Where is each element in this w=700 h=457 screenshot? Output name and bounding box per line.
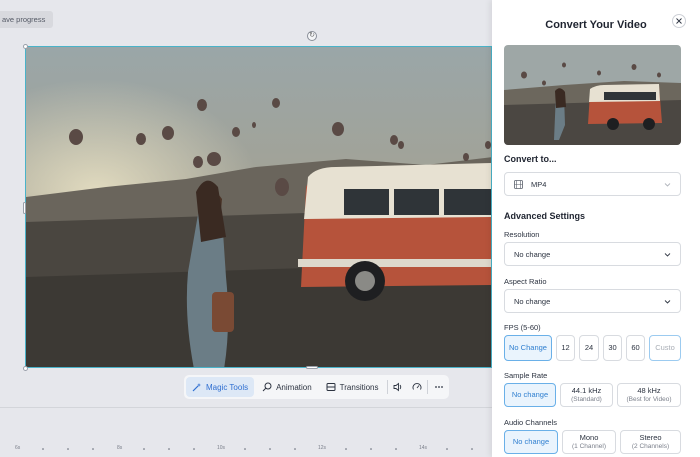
- panel-title: Convert Your Video: [545, 19, 647, 31]
- timeline-tick: 12s: [318, 445, 327, 451]
- resolution-label: Resolution: [504, 230, 540, 239]
- transitions-label: Transitions: [339, 382, 379, 392]
- timeline-dot: [471, 448, 473, 450]
- timeline-dot: [42, 448, 44, 450]
- video-frame: [26, 47, 491, 367]
- audio-channels-option-stereo[interactable]: Stereo (2 Channels): [620, 430, 681, 454]
- animation-label: Animation: [276, 382, 312, 392]
- fps-option-12[interactable]: 12: [556, 335, 575, 361]
- close-button[interactable]: [672, 14, 686, 28]
- timeline-tick: 10s: [217, 445, 226, 451]
- toolbar-divider: [386, 380, 388, 394]
- sample-rate-option-no-change[interactable]: No change: [504, 383, 556, 407]
- fps-option-30[interactable]: 30: [603, 335, 622, 361]
- option-main: 44.1 kHz: [571, 385, 602, 395]
- timeline-dot: [168, 448, 170, 450]
- convert-to-heading: Convert to...: [504, 154, 557, 164]
- timeline-dot: [143, 448, 145, 450]
- resize-handle-left[interactable]: [23, 202, 26, 214]
- timeline[interactable]: 6s 8s 10s 12s 14s: [0, 407, 492, 457]
- timeline-dot: [67, 448, 69, 450]
- timeline-dot: [345, 448, 347, 450]
- speed-icon: [412, 383, 422, 390]
- audio-channels-option-no-change[interactable]: No change: [504, 430, 558, 454]
- animation-button[interactable]: Animation: [256, 377, 318, 397]
- option-main: No change: [512, 436, 550, 446]
- option-main: Mono: [579, 432, 599, 442]
- option-sub: (Best for Video): [626, 395, 672, 403]
- timeline-dot: [395, 448, 397, 450]
- fps-option-no-change[interactable]: No Change: [504, 335, 552, 361]
- thumbnail-image: [504, 45, 681, 145]
- option-main: No change: [511, 389, 549, 399]
- fps-custom-input[interactable]: Custo: [649, 335, 681, 361]
- option-sub: (2 Channels): [631, 442, 670, 450]
- timeline-dot: [193, 448, 195, 450]
- audio-channels-options: No change Mono (1 Channel) Stereo (2 Cha…: [504, 430, 681, 454]
- option-sub: (1 Channel): [572, 442, 606, 450]
- timeline-tick: 14s: [419, 445, 428, 451]
- resolution-select[interactable]: No change: [504, 242, 681, 266]
- timeline-dot: [92, 448, 94, 450]
- editor-area: ave progress ↻ Magic Tools Animation Tra…: [0, 0, 492, 457]
- sample-rate-options: No change 44.1 kHz (Standard) 48 kHz (Be…: [504, 383, 681, 407]
- sample-rate-option-44k[interactable]: 44.1 kHz (Standard): [560, 383, 613, 407]
- timeline-dot: [294, 448, 296, 450]
- option-sub: (Standard): [571, 395, 602, 403]
- volume-icon: [393, 382, 402, 392]
- resize-handle-top-left[interactable]: [23, 44, 28, 49]
- speed-button[interactable]: [408, 377, 425, 397]
- magic-tools-button[interactable]: Magic Tools: [186, 377, 255, 397]
- film-icon: [514, 179, 523, 189]
- fps-option-24[interactable]: 24: [579, 335, 599, 361]
- toolbar-divider: [427, 380, 429, 394]
- option-main: 48 kHz: [637, 385, 661, 395]
- timeline-dot: [370, 448, 372, 450]
- transitions-button[interactable]: Transitions: [320, 377, 385, 397]
- aspect-ratio-select[interactable]: No change: [504, 289, 681, 313]
- more-button[interactable]: [430, 377, 447, 397]
- option-main: Stereo: [639, 432, 662, 442]
- advanced-settings-heading: Advanced Settings: [504, 211, 586, 221]
- save-progress-button[interactable]: ave progress: [0, 11, 54, 28]
- audio-channels-label: Audio Channels: [504, 418, 557, 427]
- format-value: MP4: [531, 179, 547, 189]
- transitions-icon: [326, 383, 336, 391]
- resize-handle-bottom[interactable]: [306, 366, 318, 369]
- chevron-down-icon: [664, 182, 671, 187]
- magic-wand-icon: [192, 383, 201, 392]
- timeline-dot: [446, 448, 448, 450]
- sample-rate-label: Sample Rate: [504, 371, 548, 380]
- timeline-tick: 6s: [15, 445, 21, 451]
- resolution-value: No change: [514, 249, 551, 259]
- rotate-handle-icon[interactable]: ↻: [307, 31, 317, 41]
- fps-label: FPS (5-60): [504, 323, 541, 332]
- chevron-down-icon: [664, 299, 671, 304]
- timeline-tick: 8s: [117, 445, 123, 451]
- magic-tools-label: Magic Tools: [206, 382, 249, 392]
- convert-panel: Convert Your Video Convert to... MP4 Adv…: [492, 0, 700, 457]
- animation-icon: [262, 382, 272, 392]
- fps-options: No Change 12 24 30 60 Custo: [504, 335, 681, 361]
- timeline-dot: [269, 448, 271, 450]
- timeline-dot: [244, 448, 246, 450]
- fps-option-60[interactable]: 60: [626, 335, 645, 361]
- canvas-toolbar: Magic Tools Animation Transitions: [184, 375, 449, 399]
- aspect-ratio-label: Aspect Ratio: [504, 277, 547, 286]
- video-thumbnail: [504, 45, 681, 145]
- sample-rate-option-48k[interactable]: 48 kHz (Best for Video): [617, 383, 681, 407]
- audio-button[interactable]: [389, 377, 406, 397]
- resize-handle-bottom-left[interactable]: [23, 366, 28, 371]
- video-canvas[interactable]: [25, 46, 492, 368]
- more-icon: [434, 386, 443, 388]
- audio-channels-option-mono[interactable]: Mono (1 Channel): [562, 430, 616, 454]
- format-select[interactable]: MP4: [504, 172, 681, 196]
- aspect-ratio-value: No change: [514, 296, 551, 306]
- chevron-down-icon: [664, 252, 671, 257]
- close-icon: [676, 18, 682, 24]
